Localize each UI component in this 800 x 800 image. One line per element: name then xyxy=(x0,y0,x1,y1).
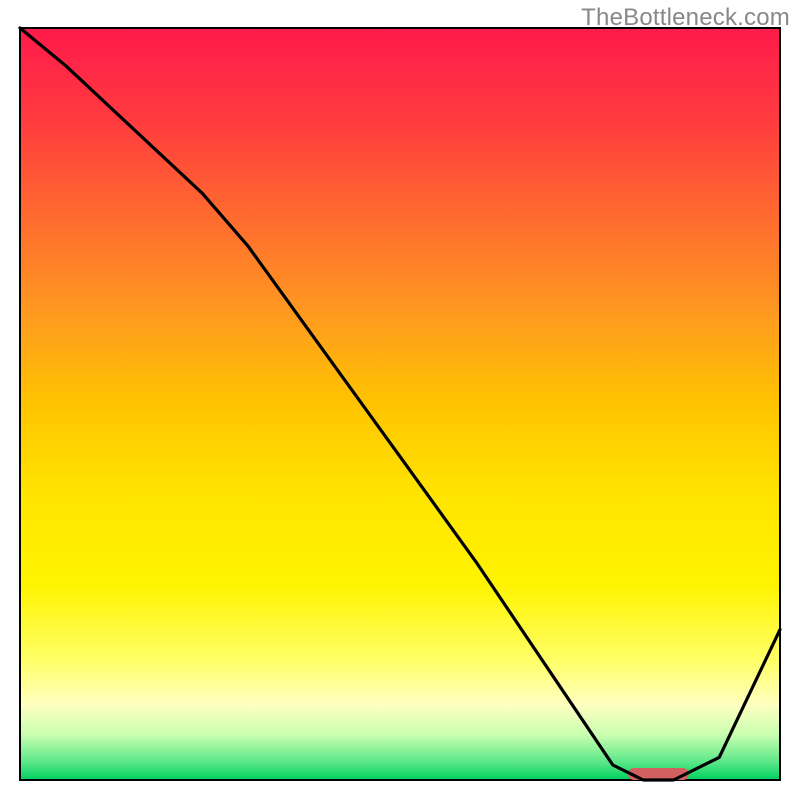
watermark-text: TheBottleneck.com xyxy=(581,4,790,32)
bottleneck-curve-chart xyxy=(0,0,800,800)
chart-container: TheBottleneck.com xyxy=(0,0,800,800)
plot-background xyxy=(20,28,780,780)
